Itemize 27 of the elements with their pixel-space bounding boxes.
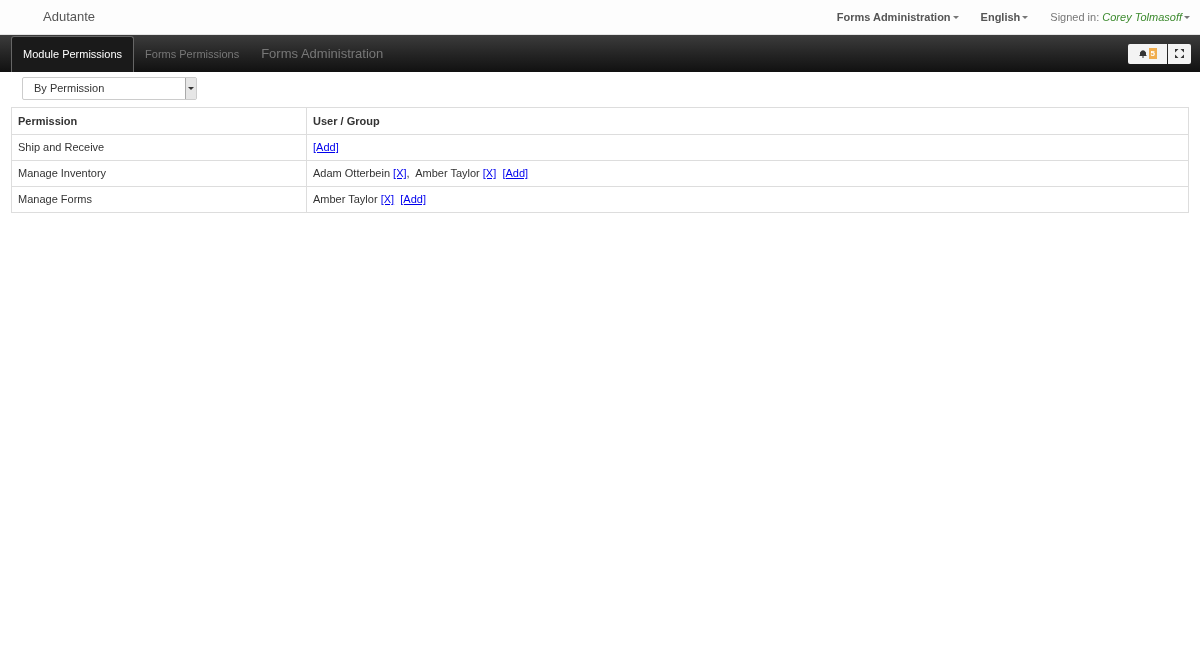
separator: ,: [406, 167, 410, 180]
user-menu[interactable]: Signed in: Corey Tolmasoff: [1039, 8, 1190, 26]
menu-dropdown[interactable]: English: [969, 8, 1040, 26]
fullscreen-button[interactable]: [1168, 43, 1191, 64]
fullscreen-icon: [1175, 49, 1184, 58]
add-link[interactable]: [Add]: [313, 141, 339, 154]
user-name: Adam Otterbein: [313, 167, 391, 180]
caret-icon: [188, 87, 194, 90]
column-header: Permission: [11, 107, 307, 135]
remove-link[interactable]: [X]: [393, 167, 407, 180]
remove-link[interactable]: [X]: [482, 167, 497, 180]
tab[interactable]: Module Permissions: [11, 36, 135, 72]
bell-icon: [1137, 49, 1148, 58]
tab[interactable]: Forms Permissions: [134, 36, 251, 72]
notification-count: 5: [1148, 48, 1157, 59]
column-header: User / Group: [306, 107, 1189, 135]
add-link[interactable]: [Add]: [400, 193, 426, 206]
table-cell: Ship and Receive: [11, 134, 307, 161]
user-name: Amber Taylor: [313, 193, 378, 206]
table-cell: Manage Inventory: [11, 160, 307, 187]
add-link[interactable]: [Add]: [502, 167, 529, 180]
table-cell: Manage Forms: [11, 186, 307, 213]
brand-name[interactable]: Adutante: [43, 7, 96, 27]
user-name: Amber Taylor: [415, 167, 480, 180]
remove-link[interactable]: [X]: [380, 193, 395, 206]
menu-dropdown[interactable]: Forms Administration: [825, 8, 970, 26]
view-select[interactable]: By Permission: [22, 77, 197, 100]
